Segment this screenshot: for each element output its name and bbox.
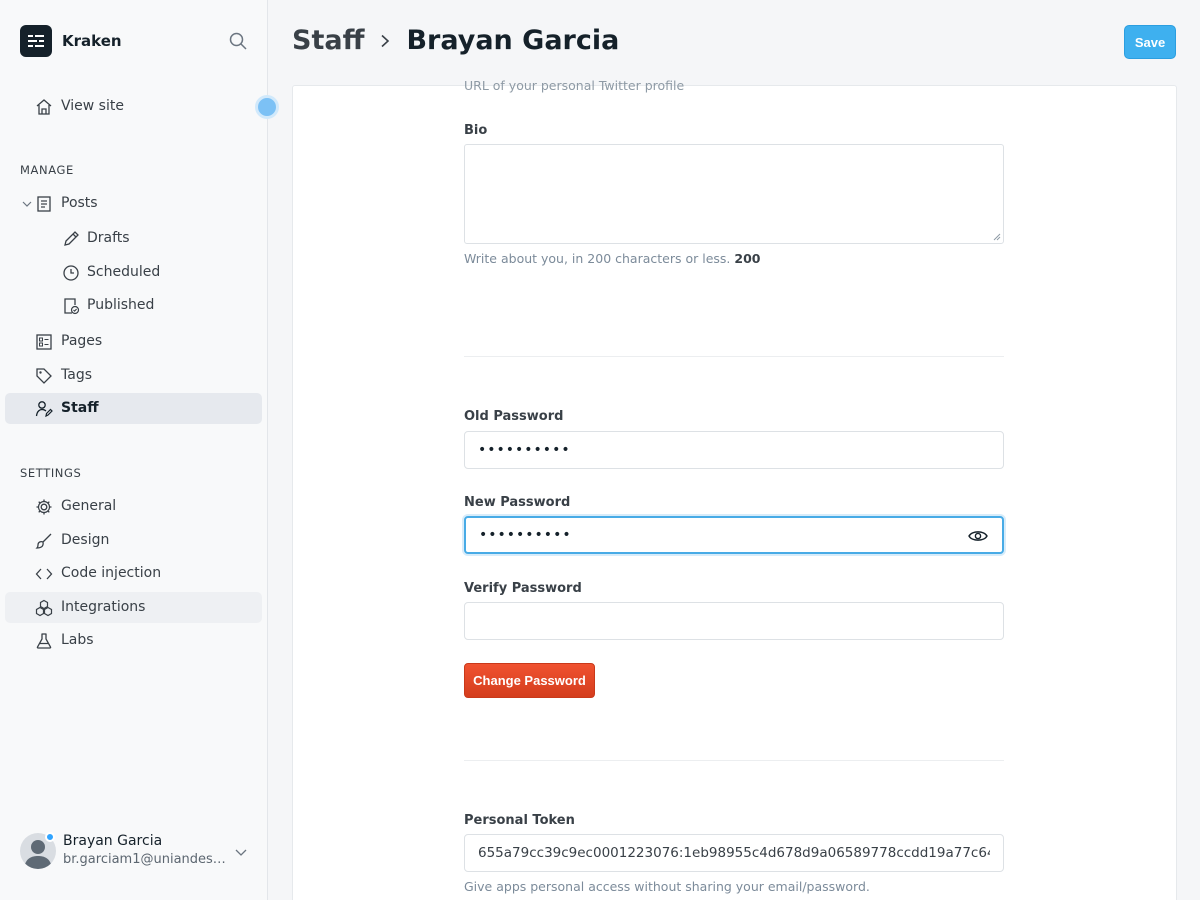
brand-name: Kraken <box>62 32 122 50</box>
sidebar-item-label: View site <box>61 98 124 114</box>
breadcrumb: Staff Brayan Garcia <box>292 25 619 56</box>
save-button[interactable]: Save <box>1124 25 1176 59</box>
section-title-settings: SETTINGS <box>20 466 82 480</box>
status-dot <box>45 832 55 842</box>
bio-char-count: 200 <box>734 251 761 266</box>
personal-token-hint: Give apps personal access without sharin… <box>464 879 870 894</box>
new-password-field[interactable]: •••••••••• <box>464 516 1004 554</box>
sidebar-item-label: Staff <box>61 400 99 416</box>
sidebar-item-label: Labs <box>61 632 94 648</box>
new-password-label: New Password <box>464 495 571 510</box>
tag-icon <box>36 368 52 384</box>
sidebar-item-drafts[interactable]: Drafts <box>5 223 262 254</box>
chevron-down-icon[interactable] <box>234 845 248 859</box>
sidebar-item-label: Design <box>61 532 110 548</box>
verify-password-label: Verify Password <box>464 581 582 596</box>
flask-icon <box>36 633 52 649</box>
brand-logo-icon <box>20 25 52 57</box>
personal-token-field[interactable]: 655a79cc39c9ec0001223076:1eb98955c4d678d… <box>464 834 1004 872</box>
twitter-hint: URL of your personal Twitter profile <box>464 78 685 93</box>
eye-icon[interactable] <box>968 528 988 544</box>
gear-icon <box>36 499 52 515</box>
old-password-label: Old Password <box>464 409 564 424</box>
sidebar-item-label: General <box>61 498 117 514</box>
pencil-icon <box>64 231 79 246</box>
brand[interactable]: Kraken <box>20 25 122 57</box>
chevron-down-icon[interactable] <box>21 198 33 210</box>
sidebar-item-label: Published <box>87 297 155 313</box>
clock-icon <box>63 265 79 281</box>
notification-dot[interactable] <box>255 95 279 119</box>
sidebar-item-posts[interactable]: Posts <box>5 188 262 219</box>
bio-label: Bio <box>464 123 488 138</box>
chevron-right-icon <box>381 34 390 47</box>
sidebar-item-design[interactable]: Design <box>5 525 262 556</box>
breadcrumb-staff-link[interactable]: Staff <box>292 25 364 56</box>
change-password-button[interactable]: Change Password <box>464 663 595 698</box>
code-icon <box>35 568 53 580</box>
user-email: br.garciam1@uniandes.edu.co <box>63 852 228 867</box>
section-title-manage: MANAGE <box>20 163 74 177</box>
bio-textarea[interactable] <box>464 144 1004 244</box>
integrations-icon <box>35 599 53 617</box>
sidebar-item-integrations[interactable]: Integrations <box>5 592 262 623</box>
divider <box>464 760 1004 761</box>
new-password-value: •••••••••• <box>479 527 572 543</box>
personal-token-value: 655a79cc39c9ec0001223076:1eb98955c4d678d… <box>478 845 990 861</box>
sidebar-item-label: Code injection <box>61 565 162 581</box>
old-password-value: •••••••••• <box>478 442 571 458</box>
sidebar-item-label: Pages <box>61 333 103 349</box>
page-title: Brayan Garcia <box>406 25 620 56</box>
sidebar-item-staff[interactable]: Staff <box>5 393 262 424</box>
sidebar-item-scheduled[interactable]: Scheduled <box>5 257 262 288</box>
home-icon <box>36 99 52 115</box>
staff-icon <box>35 401 53 418</box>
sidebar-item-label: Drafts <box>87 230 130 246</box>
brush-icon <box>35 533 52 549</box>
bio-hint: Write about you, in 200 characters or le… <box>464 251 760 266</box>
bio-hint-text: Write about you, in 200 characters or le… <box>464 251 731 266</box>
user-menu[interactable]: Brayan Garcia br.garciam1@uniandes.edu.c… <box>20 831 255 871</box>
sidebar-item-code-injection[interactable]: Code injection <box>5 558 262 589</box>
old-password-field[interactable]: •••••••••• <box>464 431 1004 469</box>
verify-password-field[interactable] <box>464 602 1004 640</box>
posts-icon <box>37 196 51 212</box>
sidebar: Kraken View site MANAGE Posts Drafts Sch… <box>0 0 279 900</box>
pages-icon <box>36 334 52 350</box>
sidebar-item-label: Scheduled <box>87 264 161 280</box>
resize-handle-icon[interactable] <box>993 233 1001 241</box>
sidebar-item-label: Tags <box>61 367 92 383</box>
search-icon[interactable] <box>228 31 248 51</box>
personal-token-label: Personal Token <box>464 813 575 828</box>
sidebar-item-label: Posts <box>61 195 98 211</box>
user-name: Brayan Garcia <box>63 833 163 849</box>
sidebar-item-tags[interactable]: Tags <box>5 360 262 391</box>
divider <box>464 356 1004 357</box>
published-icon <box>64 298 80 315</box>
sidebar-item-general[interactable]: General <box>5 491 262 522</box>
sidebar-item-published[interactable]: Published <box>5 290 262 321</box>
sidebar-item-view-site[interactable]: View site <box>5 91 262 122</box>
sidebar-item-label: Integrations <box>61 599 146 615</box>
sidebar-item-labs[interactable]: Labs <box>5 625 262 656</box>
sidebar-item-pages[interactable]: Pages <box>5 326 262 357</box>
